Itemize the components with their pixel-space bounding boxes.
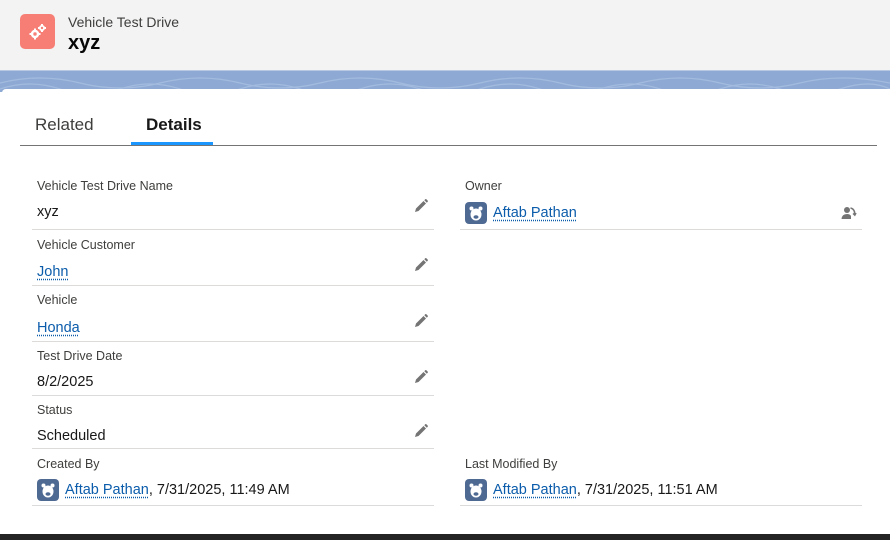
field-owner: Owner Aftab Pathan [460,175,862,230]
field-label: Owner [465,179,502,193]
field-label: Last Modified By [465,457,558,471]
last-modified-by-user-link[interactable]: Aftab Pathan [493,482,577,498]
details-card: Related Details Vehicle Test Drive Name … [2,89,890,534]
gear-icon [20,14,55,49]
pencil-icon[interactable] [413,423,429,439]
user-avatar-icon [465,479,487,501]
vehicle-link[interactable]: Honda [37,320,80,336]
field-last-modified-by: Last Modified By Aftab Pathan , 7/31/202… [460,449,862,506]
pencil-icon[interactable] [413,313,429,329]
vehicle-customer-link[interactable]: John [37,264,68,280]
created-by-timestamp: , 7/31/2025, 11:49 AM [148,482,290,498]
object-type-label: Vehicle Test Drive [68,14,180,30]
field-value: xyz [37,204,59,220]
created-by-value: Aftab Pathan , 7/31/2025, 11:49 AM [37,479,290,501]
field-created-by: Created By Aftab Pathan , 7/31/2025, 11:… [32,449,434,506]
tab-related[interactable]: Related [35,115,94,135]
field-status: Status Scheduled [32,396,434,449]
field-vehicle-test-drive-name: Vehicle Test Drive Name xyz [32,175,434,230]
last-modified-by-value: Aftab Pathan , 7/31/2025, 11:51 AM [465,479,718,501]
field-label: Vehicle Customer [37,238,135,252]
change-owner-icon[interactable] [839,204,857,222]
field-vehicle-customer: Vehicle Customer John [32,230,434,286]
owner-user-link[interactable]: Aftab Pathan [493,205,577,221]
user-avatar-icon [465,202,487,224]
field-value: 8/2/2025 [37,374,94,390]
last-modified-by-timestamp: , 7/31/2025, 11:51 AM [576,482,718,498]
pencil-icon[interactable] [413,198,429,214]
record-header: Vehicle Test Drive xyz [0,0,890,70]
user-avatar-icon [37,479,59,501]
field-vehicle: Vehicle Honda [32,286,434,342]
field-value: Scheduled [37,428,106,444]
field-label: Status [37,403,73,417]
pencil-icon[interactable] [413,257,429,273]
field-label: Vehicle [37,293,78,307]
bottom-bar [0,534,890,540]
field-test-drive-date: Test Drive Date 8/2/2025 [32,342,434,396]
tab-details[interactable]: Details [146,115,202,135]
field-label: Created By [37,457,100,471]
owner-value: Aftab Pathan [465,202,577,224]
record-title: xyz [68,32,101,54]
tab-bar: Related Details [20,89,877,146]
created-by-user-link[interactable]: Aftab Pathan [65,482,149,498]
field-label: Test Drive Date [37,349,123,363]
pencil-icon[interactable] [413,369,429,385]
field-label: Vehicle Test Drive Name [37,179,173,193]
active-tab-indicator [131,142,213,145]
